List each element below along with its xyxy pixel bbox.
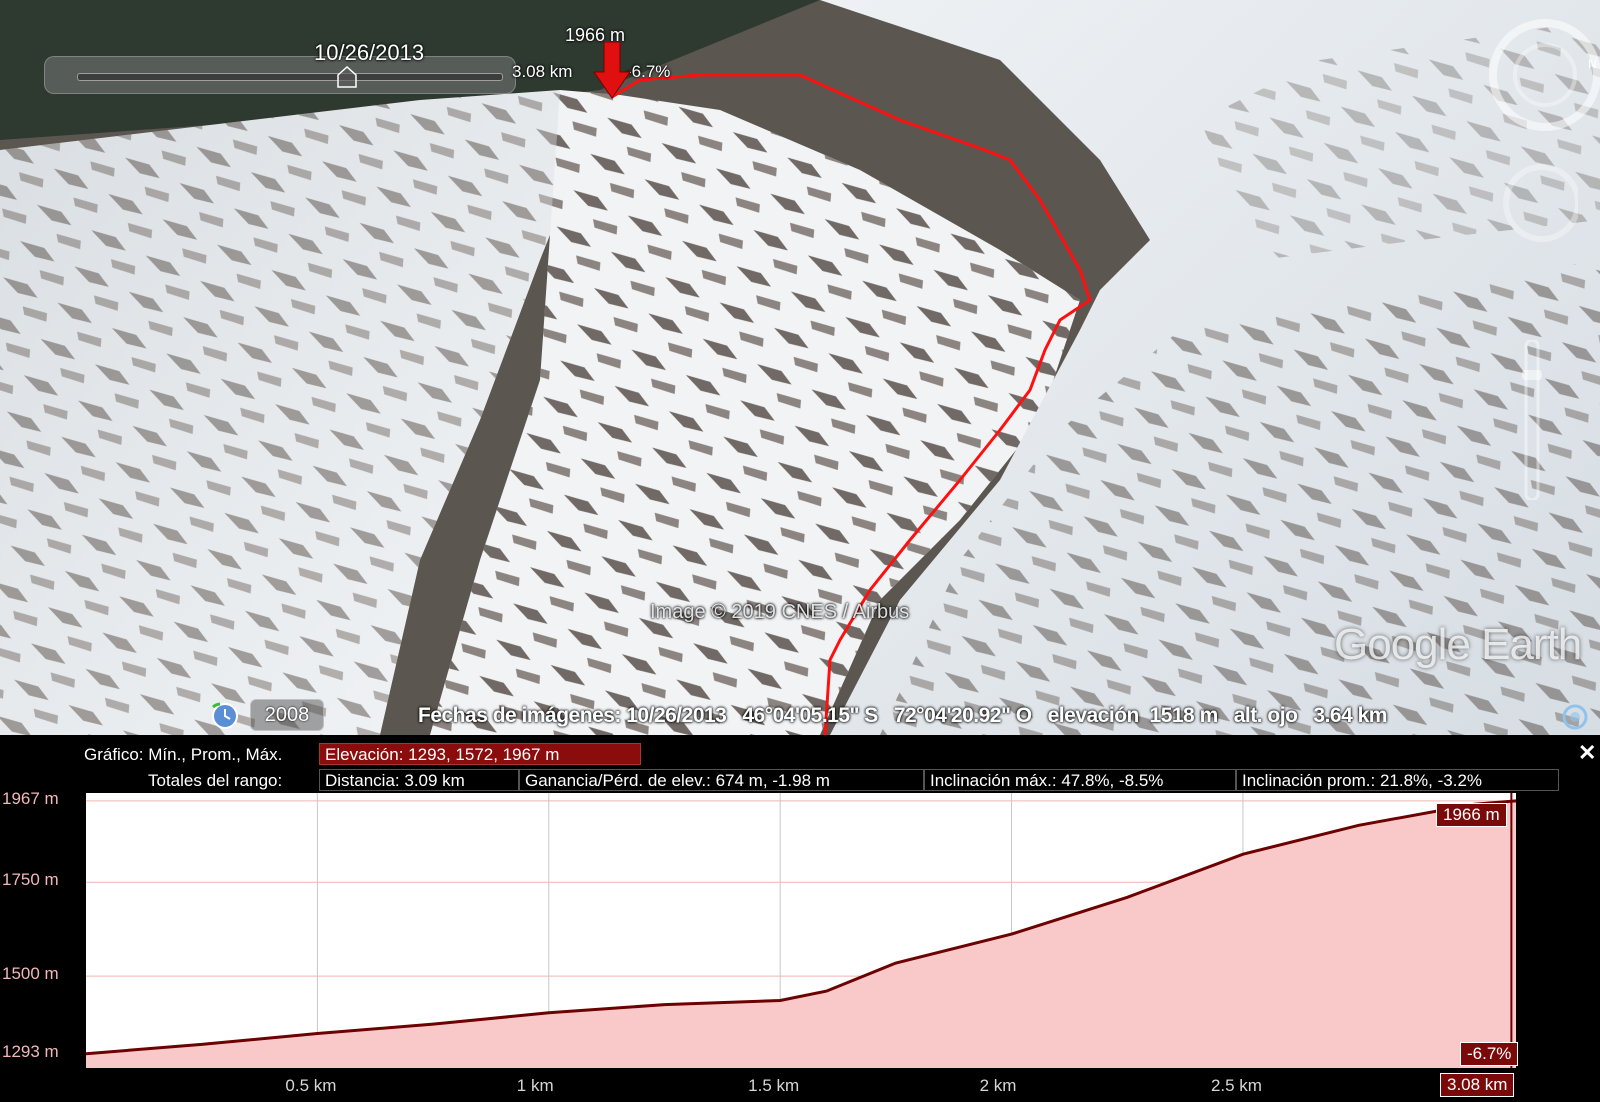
imagery-dates: Fechas de imágenes: 10/26/2013	[418, 704, 727, 727]
time-slider-thumb[interactable]	[335, 65, 359, 89]
y-tick-label: 1500 m	[2, 964, 59, 984]
cursor-elevation-tag: 1966 m	[1436, 803, 1507, 827]
range-max-slope: Inclinación máx.: 47.8%, -8.5%	[924, 769, 1236, 791]
y-tick-label: 1293 m	[2, 1041, 59, 1061]
range-avg-slope: Inclinación prom.: 21.8%, -3.2%	[1236, 769, 1559, 791]
cursor-distance-tag: 3.08 km	[1440, 1073, 1515, 1097]
range-distance: Distancia: 3.09 km	[319, 769, 519, 791]
x-tick-label: 1 km	[516, 1076, 554, 1095]
close-profile-button[interactable]: ✕	[1578, 740, 1596, 766]
elevation-chart-svg	[86, 793, 1516, 1068]
history-year-button[interactable]: 2008	[250, 699, 324, 731]
position-marker-icon	[593, 42, 631, 99]
google-earth-logo: Google Earth	[1334, 620, 1582, 669]
cursor-grade-label: -6.7%	[626, 62, 671, 81]
cursor-grade-tag: -6.7%	[1460, 1042, 1519, 1066]
globe-icon[interactable]	[1562, 704, 1588, 730]
x-tick-label: 0.5 km	[285, 1076, 337, 1095]
history-clock-icon[interactable]	[210, 701, 240, 731]
zoom-slider-icon[interactable]	[1520, 340, 1544, 500]
compass-icon[interactable]: N	[1470, 10, 1600, 140]
map-view[interactable]: 10/26/2013 1966 m 3.08 km -6.7% N Image …	[0, 0, 1600, 735]
y-tick-label: 1750 m	[2, 870, 59, 890]
x-tick-label: 1.5 km	[748, 1076, 800, 1095]
x-tick-label: 2 km	[979, 1076, 1017, 1095]
eye-altitude-readout: alt. ojo 3.64 km	[1233, 704, 1388, 727]
svg-text:N: N	[1588, 57, 1597, 71]
elevation-readout: elevación 1518 m	[1047, 704, 1219, 727]
elevation-summary[interactable]: Elevación: 1293, 1572, 1967 m	[319, 743, 641, 765]
x-tick-label: 2.5 km	[1210, 1076, 1262, 1095]
imagery-credit: Image © 2019 CNES / Airbus	[650, 601, 910, 623]
elevation-chart[interactable]	[86, 793, 1516, 1068]
time-slider-date: 10/26/2013	[314, 40, 425, 65]
look-joystick-icon[interactable]	[1492, 160, 1578, 246]
cursor-distance-label: 3.08 km	[512, 62, 573, 81]
range-elevation-gain: Ganancia/Pérd. de elev.: 674 m, -1.98 m	[519, 769, 924, 791]
y-tick-label: 1967 m	[2, 788, 59, 808]
status-bar: Fechas de imágenes: 10/26/2013 46°04'05.1…	[418, 704, 1403, 728]
range-totals-label: Totales del rango:	[148, 771, 283, 790]
time-slider[interactable]	[44, 56, 516, 94]
latitude-readout: 46°04'05.15" S	[742, 704, 878, 727]
time-slider-track[interactable]	[77, 73, 503, 81]
longitude-readout: 72°04'20.92" O	[893, 704, 1032, 727]
chart-mode-label: Gráfico: Mín., Prom., Máx.	[84, 745, 283, 764]
